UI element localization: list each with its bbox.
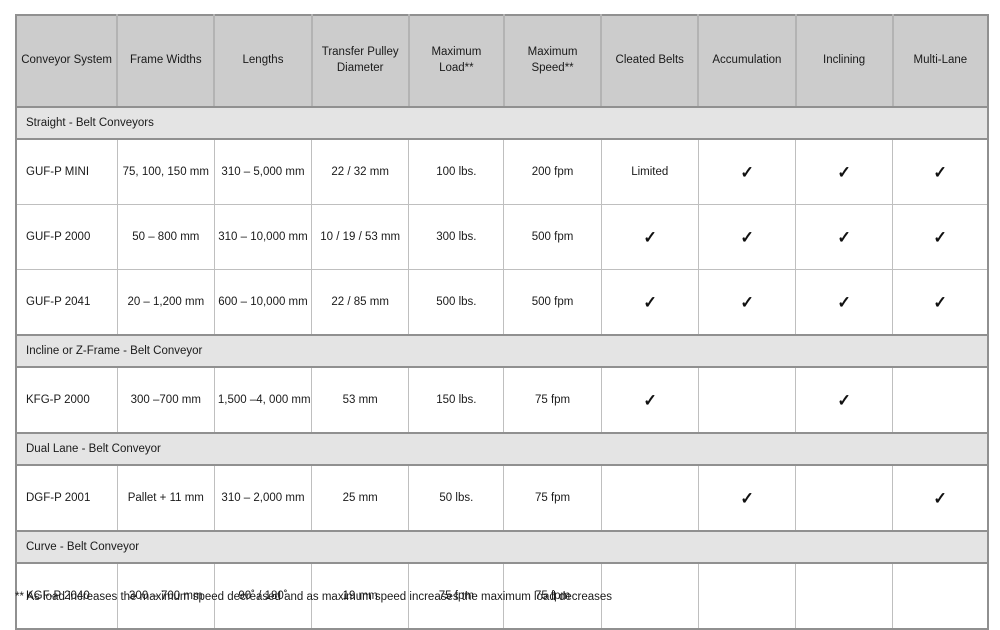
cell-frame_widths: 300 –700 mm: [117, 367, 215, 434]
cell-inclining: [795, 465, 894, 532]
cell-system-name: GUF-P MINI: [16, 139, 118, 205]
group-header-row: Curve - Belt Conveyor: [16, 530, 988, 564]
column-header-frame_widths[interactable]: Frame Widths: [117, 15, 216, 108]
check-icon: ✓: [642, 292, 657, 312]
cell-max_load: 150 lbs.: [408, 367, 505, 434]
cell-max_load: 500 lbs.: [408, 269, 505, 336]
group-header-label: Straight - Belt Conveyors: [16, 107, 988, 140]
check-icon: ✓: [642, 227, 657, 247]
cell-pulley: 10 / 19 / 53 mm: [311, 204, 410, 270]
cell-max_speed: 500 fpm: [503, 204, 602, 270]
cell-lengths: 310 – 2,000 mm: [214, 465, 313, 532]
cell-system-name: GUF-P 2000: [16, 204, 118, 270]
cell-inclining: ✓: [795, 367, 894, 434]
cell-system-name: DGF-P 2001: [16, 465, 118, 532]
table-row[interactable]: DGF-P 2001 Pallet + 11 mm 310 – 2,000 mm 25…: [16, 465, 988, 532]
cell-pulley: 22 / 85 mm: [311, 269, 410, 336]
group-header-row: Dual Lane - Belt Conveyor: [16, 432, 988, 466]
check-icon: ✓: [933, 227, 947, 247]
cell-accumulation: [698, 367, 797, 434]
cell-max_load: 100 lbs.: [408, 139, 505, 205]
cell-frame_widths: Pallet + 11 mm: [117, 465, 215, 532]
cell-cleated: ✓: [601, 204, 699, 270]
cell-lengths: 310 – 10,000 mm: [214, 204, 313, 270]
cell-pulley: 25 mm: [311, 465, 410, 532]
group-header-row: Incline or Z-Frame - Belt Conveyor: [16, 334, 988, 368]
cell-accumulation: ✓: [698, 465, 797, 532]
check-icon: ✓: [740, 488, 754, 508]
column-header-accumulation[interactable]: Accumulation: [698, 15, 797, 108]
table-row[interactable]: GUF-P 2000 50 – 800 mm 310 – 10,000 mm 10 /…: [16, 204, 988, 270]
cell-frame_widths: 75, 100, 150 mm: [117, 139, 215, 205]
cell-max_load: 300 lbs.: [408, 204, 505, 270]
check-icon: ✓: [740, 227, 754, 247]
table-row[interactable]: KFG-P 2000 300 –700 mm 1,500 –4, 000 mm 53 …: [16, 367, 988, 434]
column-header-pulley[interactable]: Transfer Pulley Diameter: [311, 15, 410, 108]
cell-cleated: [601, 563, 699, 629]
column-header-cleated[interactable]: Cleated Belts: [601, 15, 700, 108]
cell-max_speed: 75 fpm: [503, 465, 602, 532]
check-icon: ✓: [837, 390, 851, 410]
cell-multi_lane: ✓: [892, 269, 988, 336]
check-icon: ✓: [740, 162, 754, 182]
check-icon: ✓: [642, 390, 657, 410]
table-header: Conveyor System Frame Widths Lengths Transf…: [16, 15, 988, 108]
cell-multi_lane: ✓: [892, 465, 988, 532]
cell-frame_widths: 50 – 800 mm: [117, 204, 215, 270]
conveyor-spec-table: Conveyor System Frame Widths Lengths Transf…: [15, 14, 989, 630]
table-row[interactable]: GUF-P 2041 20 – 1,200 mm 600 – 10,000 mm 22…: [16, 269, 988, 336]
group-header-label: Curve - Belt Conveyor: [16, 530, 988, 564]
column-header-max_load[interactable]: Maximum Load**: [408, 15, 505, 108]
cell-accumulation: ✓: [698, 269, 797, 336]
cell-lengths: 310 – 5,000 mm: [214, 139, 313, 205]
cell-system-name: KFG-P 2000: [16, 367, 118, 434]
cell-multi_lane: [892, 563, 988, 629]
table-row[interactable]: GUF-P MINI 75, 100, 150 mm 310 – 5,000 mm 2…: [16, 139, 988, 205]
cell-pulley: 53 mm: [311, 367, 410, 434]
cell-inclining: ✓: [795, 269, 894, 336]
cell-max_speed: 75 fpm: [503, 367, 602, 434]
conveyor-spec-table-container: Conveyor System Frame Widths Lengths Transf…: [15, 14, 989, 630]
header-row: Conveyor System Frame Widths Lengths Transf…: [16, 15, 988, 108]
cell-cleated: [601, 465, 699, 532]
column-header-max_speed[interactable]: Maximum Speed**: [503, 15, 603, 108]
cell-max_load: 50 lbs.: [408, 465, 505, 532]
cell-max_speed: 200 fpm: [503, 139, 602, 205]
cell-accumulation: [698, 563, 797, 629]
cell-multi_lane: ✓: [892, 139, 988, 205]
column-header-inclining[interactable]: Inclining: [795, 15, 894, 108]
cell-system-name: GUF-P 2041: [16, 269, 118, 336]
cell-accumulation: ✓: [698, 139, 797, 205]
table-body: Straight - Belt Conveyors GUF-P MINI 75, 1…: [16, 107, 988, 629]
cell-lengths: 1,500 –4, 000 mm: [214, 367, 313, 434]
group-header-label: Dual Lane - Belt Conveyor: [16, 432, 988, 466]
check-icon: ✓: [740, 292, 754, 312]
cell-accumulation: ✓: [698, 204, 797, 270]
check-icon: ✓: [837, 162, 851, 182]
cell-multi_lane: [892, 367, 988, 434]
column-header-system[interactable]: Conveyor System: [16, 15, 119, 108]
check-icon: ✓: [933, 292, 947, 312]
column-header-lengths[interactable]: Lengths: [214, 15, 313, 108]
cell-inclining: [795, 563, 894, 629]
cell-inclining: ✓: [795, 204, 894, 270]
cell-pulley: 22 / 32 mm: [311, 139, 410, 205]
cell-cleated: Limited: [601, 139, 699, 205]
cell-lengths: 600 – 10,000 mm: [214, 269, 313, 336]
cell-inclining: ✓: [795, 139, 894, 205]
footnote-text: ** As load increases the maximum speed d…: [15, 591, 613, 603]
check-icon: ✓: [933, 162, 947, 182]
column-header-multi_lane[interactable]: Multi-Lane: [892, 15, 988, 108]
check-icon: ✓: [933, 488, 947, 508]
cell-cleated: ✓: [601, 367, 699, 434]
group-header-label: Incline or Z-Frame - Belt Conveyor: [16, 334, 988, 368]
cell-frame_widths: 20 – 1,200 mm: [117, 269, 215, 336]
cell-cleated: ✓: [601, 269, 699, 336]
group-header-row: Straight - Belt Conveyors: [16, 107, 988, 140]
cell-max_speed: 500 fpm: [503, 269, 602, 336]
check-icon: ✓: [837, 292, 851, 312]
spec-table-page: Conveyor System Frame Widths Lengths Transf…: [0, 0, 1000, 630]
cell-multi_lane: ✓: [892, 204, 988, 270]
check-icon: ✓: [837, 227, 851, 247]
